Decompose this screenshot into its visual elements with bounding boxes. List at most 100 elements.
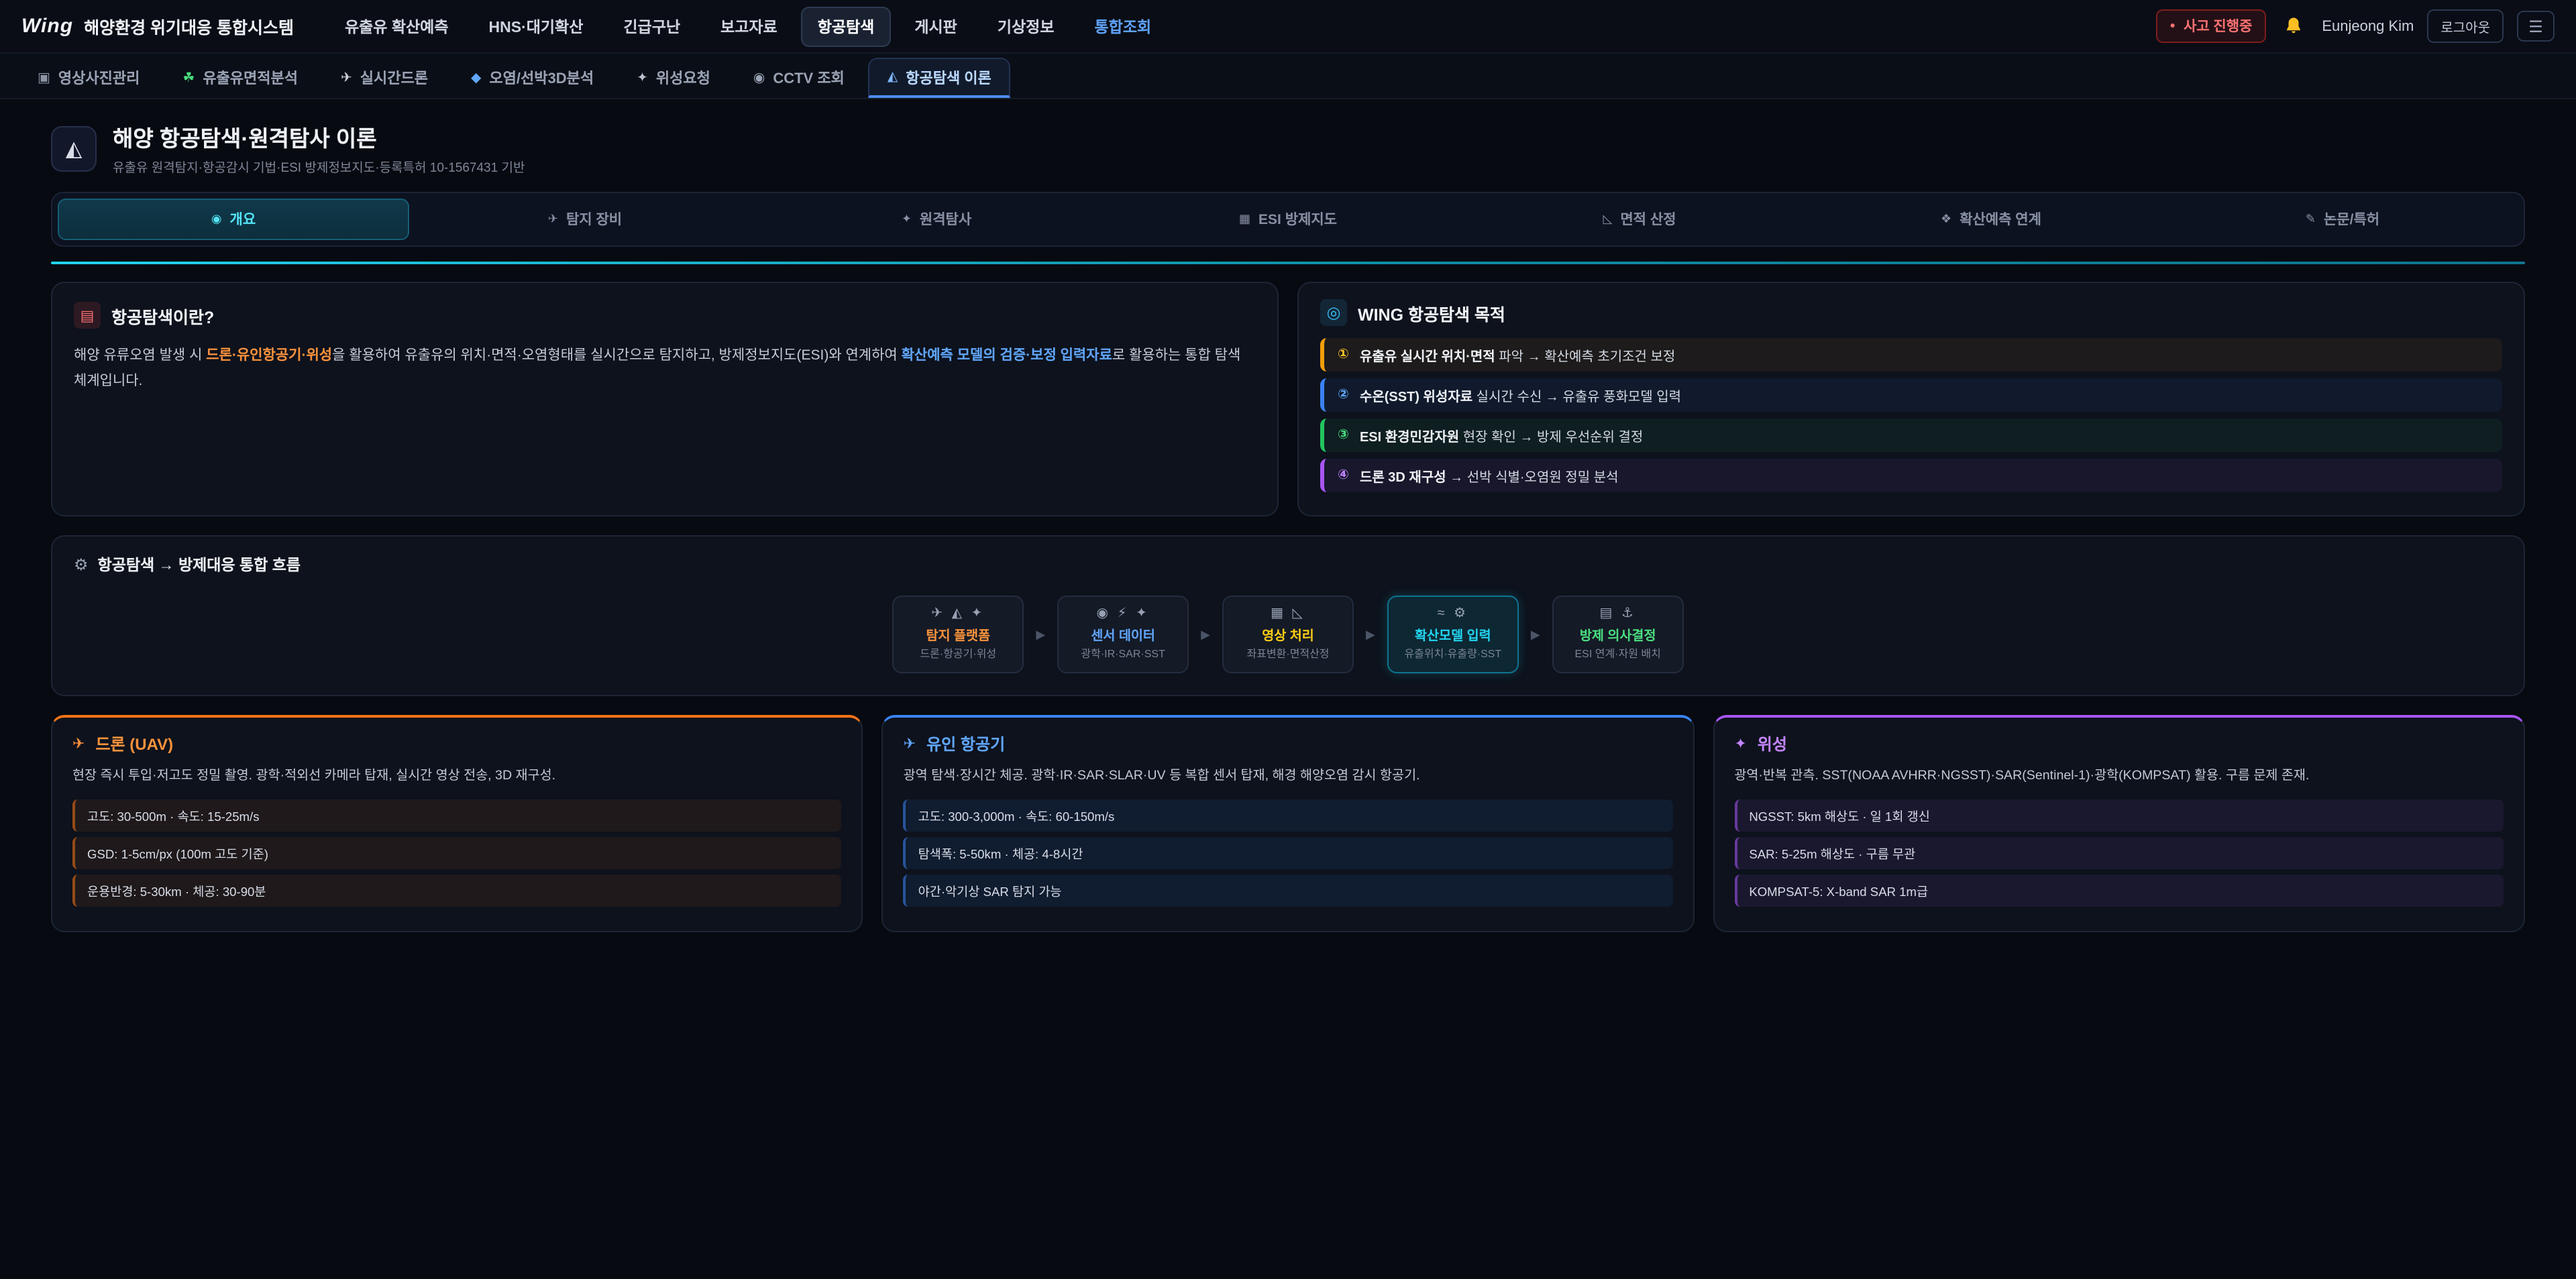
platform-title: 드론 (UAV) xyxy=(95,732,173,755)
purpose-rest: 파악 → 확산예측 초기조건 보정 xyxy=(1495,350,1676,365)
flow-step-subtitle: 광학·IR·SAR·SST xyxy=(1072,647,1174,661)
hamburger-menu-icon[interactable]: ☰ xyxy=(2517,11,2555,42)
subnav-item-cctv[interactable]: ◉ CCTV 조회 xyxy=(735,58,863,98)
satellite-icon: ✦ xyxy=(637,70,648,85)
tab-remote-sensing[interactable]: ✦ 원격탐사 xyxy=(761,199,1112,240)
flow-step-subtitle: 유출위치·유출량·SST xyxy=(1402,647,1504,661)
spec-row: GSD: 1-5cm/px (100m 고도 기준) xyxy=(72,837,842,869)
flow-step-title: 탐지 플랫폼 xyxy=(907,625,1009,644)
tab-esi-map[interactable]: ▦ ESI 방제지도 xyxy=(1112,199,1464,240)
subnav-label: 실시간드론 xyxy=(360,67,428,89)
subnav-item-pollution-3d[interactable]: ◆ 오염/선박3D분석 xyxy=(452,58,612,98)
flow-step-title: 방제 의사결정 xyxy=(1567,625,1669,644)
flow-step-title: 센서 데이터 xyxy=(1072,625,1174,644)
platform-card-manned-aircraft: ✈ 유인 항공기 광역 탐색·장시간 체공. 광학·IR·SAR·SLAR·UV… xyxy=(882,715,1695,932)
brand-logo[interactable]: Wing 해양환경 위기대응 통합시스템 xyxy=(21,13,294,39)
tab-label: 개요 xyxy=(230,209,256,229)
nav-item-integrated-search[interactable]: 통합조회 xyxy=(1079,6,1168,46)
equipment-tab-icon: ✈ xyxy=(548,212,558,227)
purpose-bold: 유출유 실시간 위치·면적 xyxy=(1360,350,1495,365)
flow-step-response-decision: ▤ ⚓ 방제 의사결정 ESI 연계·자원 배치 xyxy=(1552,596,1684,673)
purpose-list: ① 유출유 실시간 위치·면적 파악 → 확산예측 초기조건 보정 ② 수온(S… xyxy=(1320,338,2502,492)
purpose-rest: 실시간 수신 → 유출유 풍화모델 입력 xyxy=(1472,390,1681,405)
spec-row: 고도: 30-500m · 속도: 15-25m/s xyxy=(72,799,842,832)
subnav-item-aerial-theory[interactable]: ◭ 항공탐색 이론 xyxy=(869,58,1010,98)
overview-card-title: 항공탐색이란? xyxy=(111,302,214,328)
platform-description: 광역 탐색·장시간 체공. 광학·IR·SAR·SLAR·UV 등 복합 센서 … xyxy=(904,766,1673,787)
subnav-item-realtime-drone[interactable]: ✈ 실시간드론 xyxy=(322,58,447,98)
logo-text: Wing xyxy=(21,15,73,38)
platform-description: 광역·반복 관측. SST(NOAA AVHRR·NGSST)·SAR(Sent… xyxy=(1734,766,2504,787)
tab-overview[interactable]: ◉ 개요 xyxy=(58,199,409,240)
model-input-icons: ≈ ⚙ xyxy=(1402,606,1504,621)
overview-text: 해양 유류오염 발생 시 드론·유인항공기·위성을 활용하여 유출유의 위치·면… xyxy=(74,343,1256,394)
nav-item-weather[interactable]: 기상정보 xyxy=(981,6,1071,46)
overview-highlight-model-input: 확산예측 모델의 검증·보정 입력자료 xyxy=(902,347,1112,364)
gear-icon: ⚙ xyxy=(74,555,89,574)
page-header: ◭ 해양 항공탐색·원격탐사 이론 유출유 원격탐지·항공감시 기법·ESI 방… xyxy=(51,121,2525,176)
tab-detection-equipment[interactable]: ✈ 탐지 장비 xyxy=(409,199,761,240)
subnav-item-area-analysis[interactable]: ☘ 유출유면적분석 xyxy=(164,58,317,98)
droplet-icon: ◆ xyxy=(471,70,481,85)
aircraft-icon: ✈ xyxy=(904,735,916,753)
notification-bell-icon[interactable] xyxy=(2279,11,2308,41)
purpose-bold: ESI 환경민감자원 xyxy=(1360,431,1459,445)
flow-card: ⚙ 항공탐색 → 방제대응 통합 흐름 ✈ ◭ ✦ 탐지 플랫폼 드론·항공기·… xyxy=(51,535,2525,696)
tab-papers-patents[interactable]: ✎ 논문/특허 xyxy=(2167,199,2518,240)
alert-label: 사고 진행중 xyxy=(2184,16,2252,36)
top-header: Wing 해양환경 위기대응 통합시스템 유출유 확산예측 HNS·대기확산 긴… xyxy=(0,0,2576,54)
subnav-item-image-management[interactable]: ▣ 영상사진관리 xyxy=(19,58,158,98)
area-calc-tab-icon: ◺ xyxy=(1603,212,1613,227)
tab-area-calculation[interactable]: ◺ 면적 산정 xyxy=(1464,199,1815,240)
spec-row: 탐색폭: 5-50km · 체공: 4-8시간 xyxy=(904,837,1673,869)
logout-button[interactable]: 로그아웃 xyxy=(2427,9,2504,43)
header-right: ● 사고 진행중 Eunjeong Kim 로그아웃 ☰ xyxy=(2156,9,2555,43)
platform-icons: ✈ ◭ ✦ xyxy=(907,606,1009,621)
flow-step-subtitle: 드론·항공기·위성 xyxy=(907,647,1009,661)
tab-forecast-link[interactable]: ❖ 확산예측 연계 xyxy=(1815,199,2167,240)
tab-label: 탐지 장비 xyxy=(566,209,622,229)
platform-title: 유인 항공기 xyxy=(926,732,1005,755)
flow-diagram: ✈ ◭ ✦ 탐지 플랫폼 드론·항공기·위성 ▶ ◉ ⚡ ✦ 센서 데이터 광학… xyxy=(74,596,2502,673)
subnav-label: 영상사진관리 xyxy=(58,67,140,89)
incident-status-badge[interactable]: ● 사고 진행중 xyxy=(2156,9,2265,43)
drone-icon: ✈ xyxy=(72,735,85,753)
nav-item-board[interactable]: 게시판 xyxy=(898,6,973,46)
purpose-rest: 현장 확인 → 방제 우선순위 결정 xyxy=(1459,431,1643,445)
book-icon: ▤ xyxy=(74,302,101,329)
subnav-item-satellite-request[interactable]: ✦ 위성요청 xyxy=(618,58,729,98)
spec-list: 고도: 30-500m · 속도: 15-25m/s GSD: 1-5cm/px… xyxy=(72,799,842,907)
sensor-icons: ◉ ⚡ ✦ xyxy=(1072,606,1174,621)
overview-tab-icon: ◉ xyxy=(211,212,222,227)
circled-number-icon: ① xyxy=(1338,347,1349,362)
subnav-label: 위성요청 xyxy=(656,67,710,89)
nav-item-spill-forecast[interactable]: 유출유 확산예측 xyxy=(329,6,465,46)
nav-item-hns[interactable]: HNS·대기확산 xyxy=(473,6,600,46)
cctv-icon: ◉ xyxy=(753,70,765,85)
page-title-icon: ◭ xyxy=(51,125,97,171)
spec-row: 야간·악기상 SAR 탐지 가능 xyxy=(904,875,1673,907)
platform-card-satellite: ✦ 위성 광역·반복 관측. SST(NOAA AVHRR·NGSST)·SAR… xyxy=(1713,715,2525,932)
spec-row: NGSST: 5km 해상도 · 일 1회 갱신 xyxy=(1734,799,2504,832)
platform-title: 위성 xyxy=(1758,732,1787,755)
spec-list: NGSST: 5km 해상도 · 일 1회 갱신 SAR: 5-25m 해상도 … xyxy=(1734,799,2504,907)
drone-icon: ✈ xyxy=(341,70,352,85)
subnav-label: 오염/선박3D분석 xyxy=(489,67,594,89)
flow-step-subtitle: 좌표변환·면적산정 xyxy=(1237,647,1339,661)
platform-card-drone: ✈ 드론 (UAV) 현장 즉시 투입·저고도 정밀 촬영. 광학·적외선 카메… xyxy=(51,715,863,932)
nav-item-reports[interactable]: 보고자료 xyxy=(704,6,794,46)
nav-item-rescue[interactable]: 긴급구난 xyxy=(607,6,696,46)
subnav-label: 유출유면적분석 xyxy=(203,67,298,89)
alert-dot-icon: ● xyxy=(2169,21,2175,31)
purpose-bold: 수온(SST) 위성자료 xyxy=(1360,390,1472,405)
flow-step-model-input: ≈ ⚙ 확산모델 입력 유출위치·유출량·SST xyxy=(1387,596,1519,673)
purpose-item-4: ④ 드론 3D 재구성 → 선박 식별·오염원 정밀 분석 xyxy=(1320,459,2502,492)
forecast-link-tab-icon: ❖ xyxy=(1941,212,1951,227)
flow-step-title: 영상 처리 xyxy=(1237,625,1339,644)
nav-item-aerial-search[interactable]: 항공탐색 xyxy=(802,6,891,46)
area-analysis-icon: ☘ xyxy=(182,70,195,85)
platform-description: 현장 즉시 투입·저고도 정밀 촬영. 광학·적외선 카메라 탑재, 실시간 영… xyxy=(72,766,842,787)
processing-icons: ▦ ◺ xyxy=(1237,606,1339,621)
esi-map-tab-icon: ▦ xyxy=(1239,212,1250,227)
arrow-right-icon: ▶ xyxy=(1036,627,1045,642)
